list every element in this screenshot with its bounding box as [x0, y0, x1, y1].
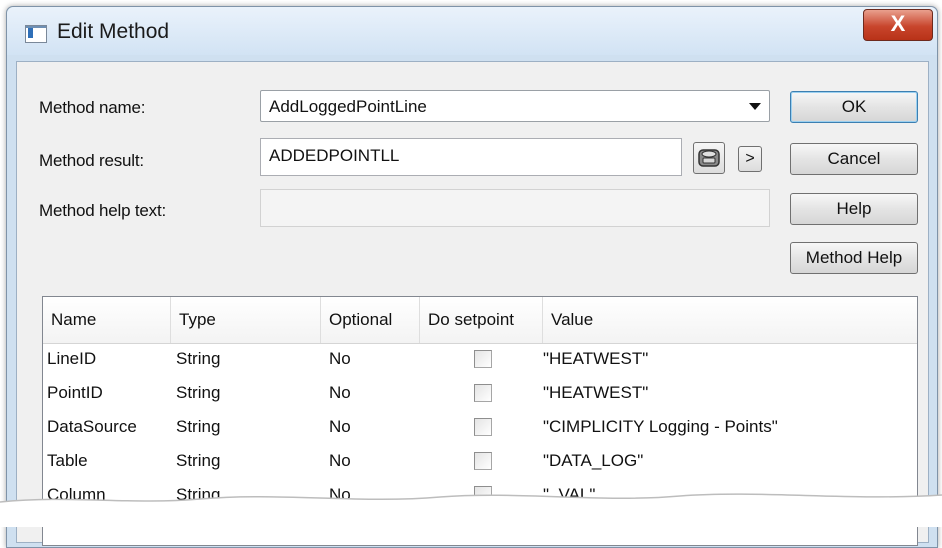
point-browser-icon	[698, 149, 720, 167]
cell-value[interactable]: "CIMPLICITY Logging - Points"	[543, 410, 778, 444]
cell-name: LineID	[47, 349, 97, 368]
method-name-value: AddLoggedPointLine	[269, 97, 427, 116]
cell-optional: No	[329, 349, 351, 368]
more-options-button[interactable]: >	[738, 146, 762, 172]
cell-optional: No	[329, 383, 351, 402]
cancel-button[interactable]: Cancel	[790, 143, 918, 175]
torn-edge-decoration	[0, 493, 942, 527]
table-header: Name Type Optional Do setpoint Value	[43, 297, 917, 344]
cell-value[interactable]: "DATA_LOG"	[543, 444, 643, 478]
title-bar[interactable]: Edit Method X	[7, 7, 937, 55]
do-setpoint-checkbox[interactable]	[474, 384, 492, 402]
browse-points-button[interactable]	[693, 142, 725, 174]
column-header-value[interactable]: Value	[543, 297, 917, 343]
window-app-icon	[25, 25, 47, 43]
column-header-type[interactable]: Type	[171, 297, 321, 343]
cell-name: PointID	[47, 383, 103, 402]
cell-type: String	[176, 383, 221, 402]
window-title: Edit Method	[57, 20, 170, 43]
dropdown-arrow-icon	[749, 103, 761, 110]
close-button[interactable]: X	[863, 9, 933, 41]
cell-type: String	[176, 451, 221, 470]
method-result-label: Method result:	[39, 151, 144, 170]
method-result-value: ADDEDPOINTLL	[269, 146, 400, 165]
cell-optional: No	[329, 417, 351, 436]
do-setpoint-checkbox[interactable]	[474, 350, 492, 368]
method-name-dropdown[interactable]: AddLoggedPointLine	[260, 90, 770, 122]
do-setpoint-checkbox[interactable]	[474, 452, 492, 470]
cell-value[interactable]: "HEATWEST"	[543, 342, 648, 376]
cell-type: String	[176, 349, 221, 368]
table-row[interactable]: PointID String No "HEATWEST"	[43, 376, 917, 410]
table-row[interactable]: Table String No "DATA_LOG"	[43, 444, 917, 478]
cell-optional: No	[329, 451, 351, 470]
method-help-text-input	[260, 189, 770, 227]
cell-type: String	[176, 417, 221, 436]
column-header-optional[interactable]: Optional	[321, 297, 420, 343]
method-name-label: Method name:	[39, 98, 146, 117]
table-row[interactable]: LineID String No "HEATWEST"	[43, 342, 917, 376]
column-header-name[interactable]: Name	[43, 297, 171, 343]
dialog-body: Method name: AddLoggedPointLine Method r…	[16, 61, 929, 546]
do-setpoint-checkbox[interactable]	[474, 418, 492, 436]
cell-value[interactable]: "HEATWEST"	[543, 376, 648, 410]
cell-name: Table	[47, 451, 88, 470]
method-help-text-label: Method help text:	[39, 201, 167, 220]
cell-name: DataSource	[47, 417, 137, 436]
table-row[interactable]: DataSource String No "CIMPLICITY Logging…	[43, 410, 917, 444]
edit-method-dialog: Edit Method X Method name: AddLoggedPoin…	[6, 6, 938, 548]
method-result-input[interactable]: ADDEDPOINTLL	[260, 138, 682, 176]
help-button[interactable]: Help	[790, 193, 918, 225]
column-header-do-setpoint[interactable]: Do setpoint	[420, 297, 543, 343]
ok-button[interactable]: OK	[790, 91, 918, 123]
method-help-button[interactable]: Method Help	[790, 242, 918, 274]
